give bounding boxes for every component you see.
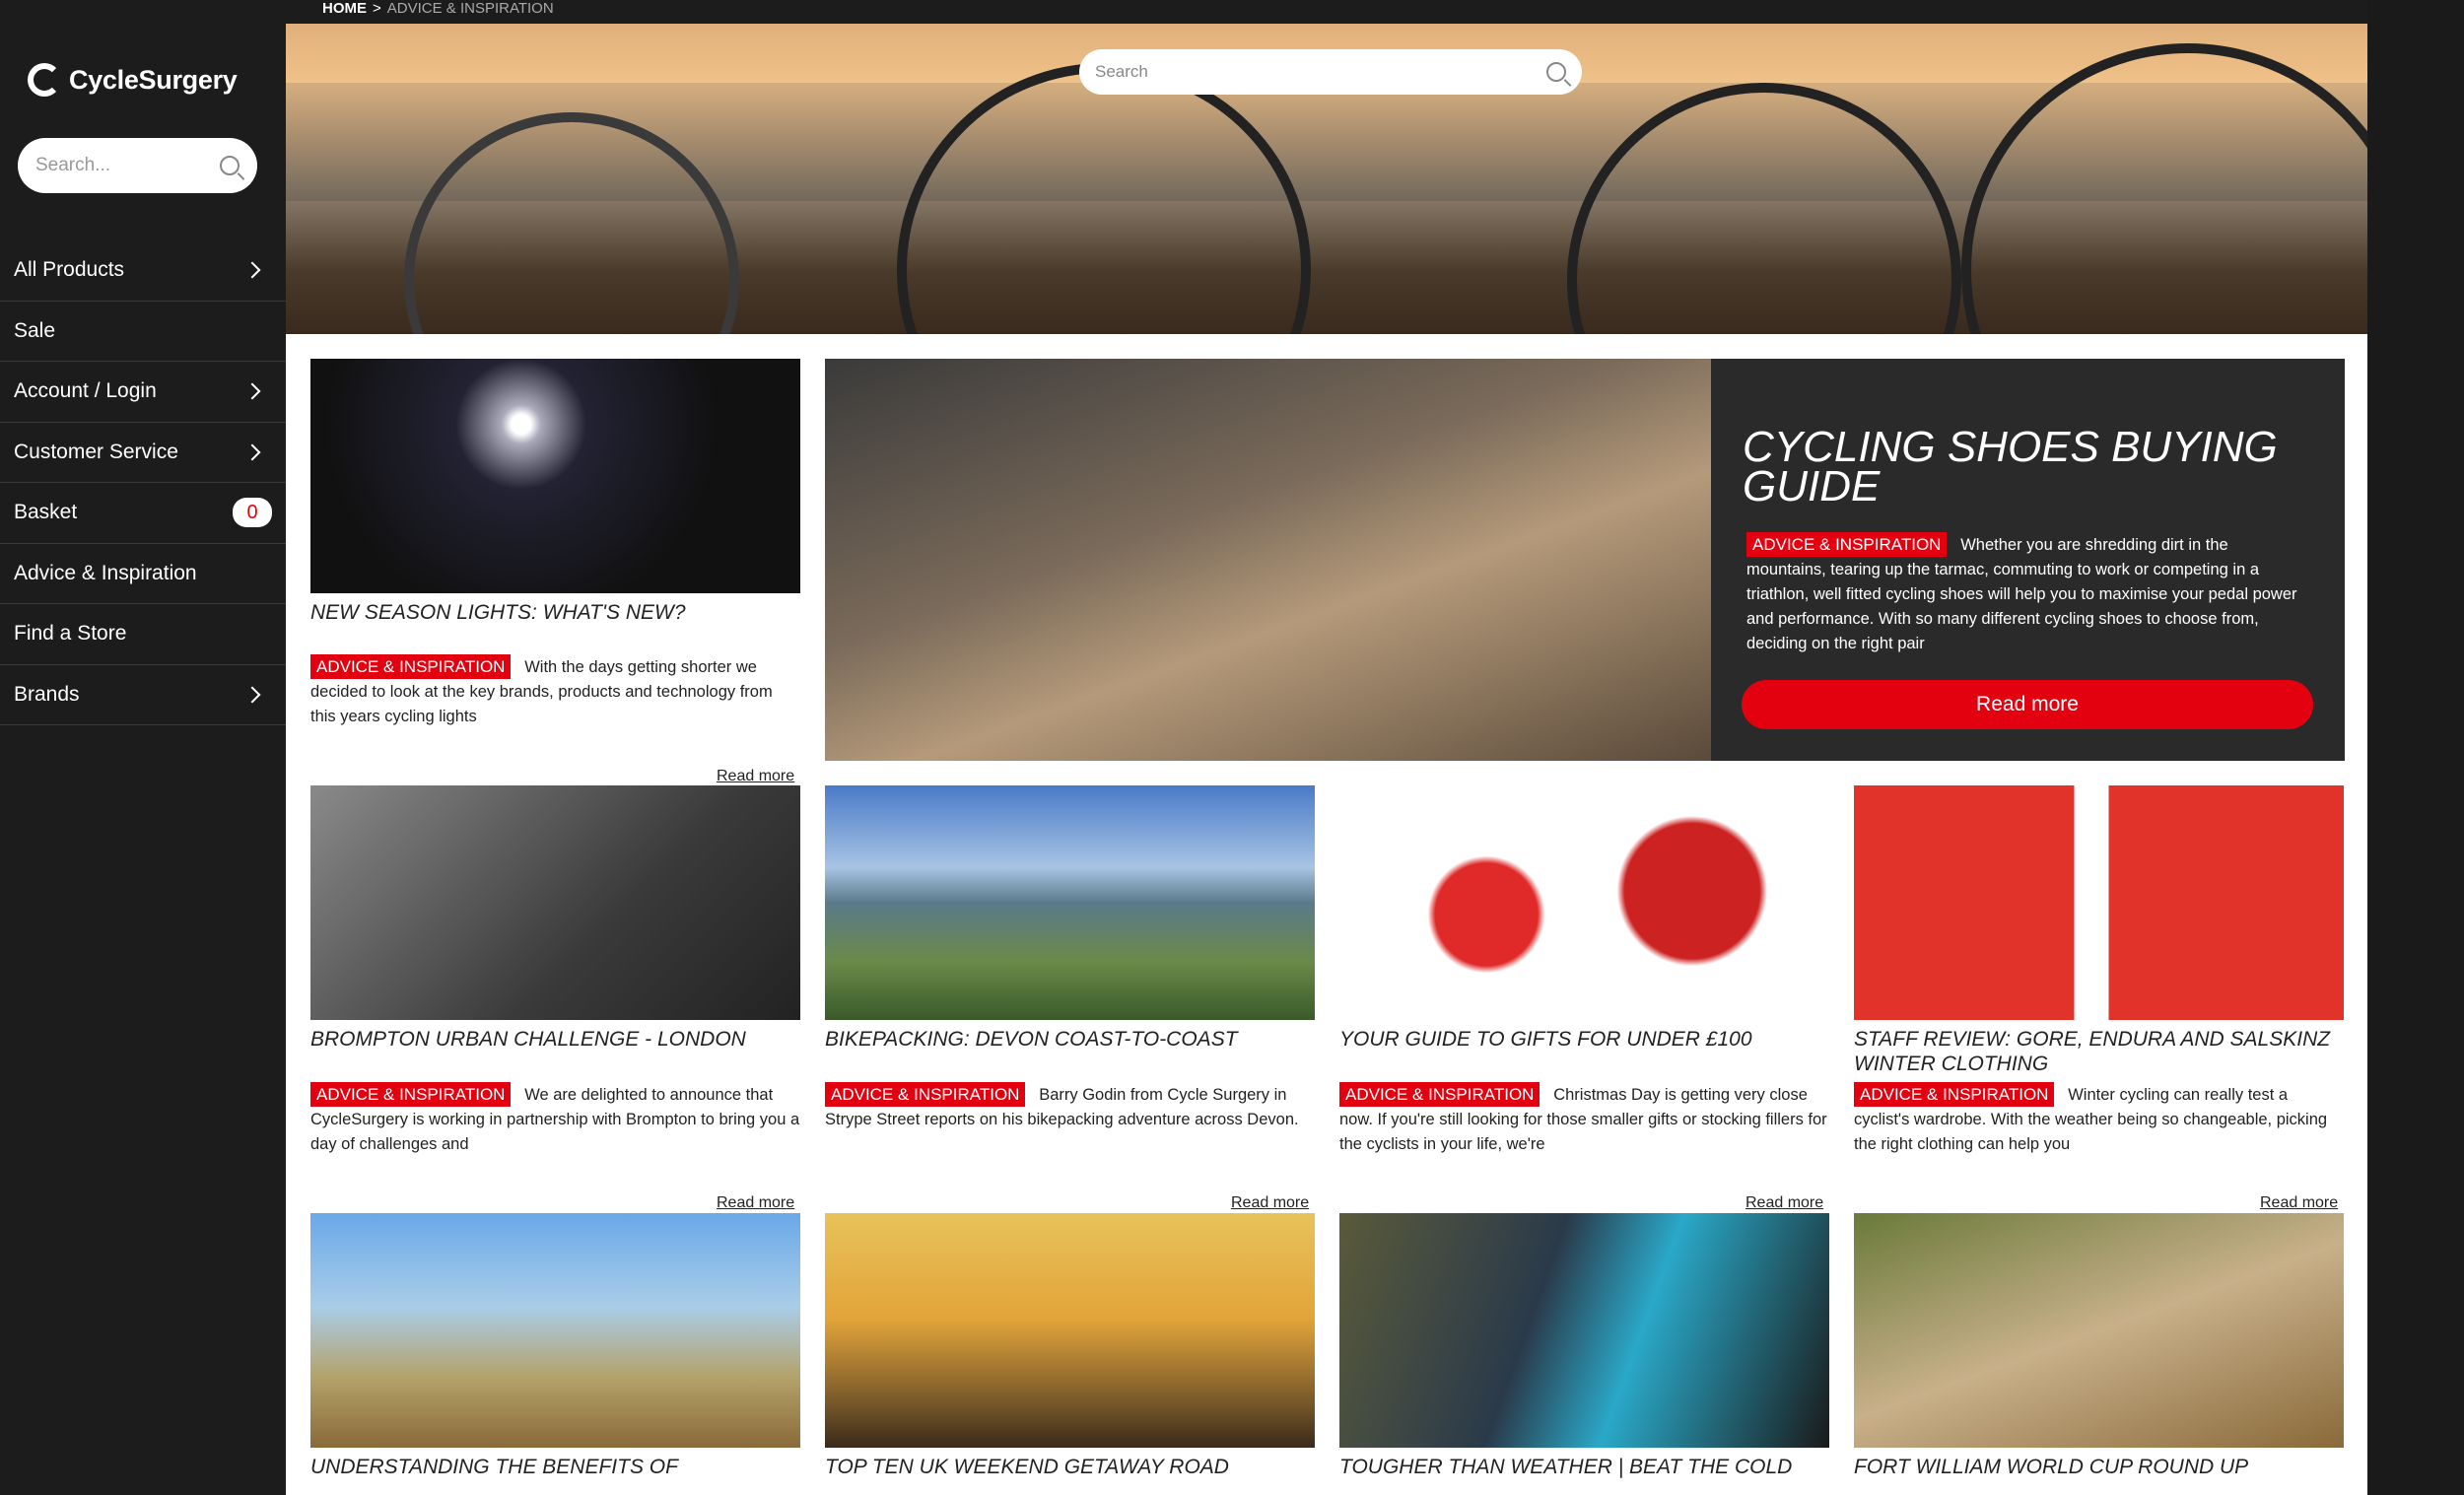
sidebar-item-all-products[interactable]: All Products — [0, 240, 286, 302]
read-more-link[interactable]: Read more — [1745, 1194, 1823, 1212]
card-title[interactable]: TOP TEN UK WEEKEND GETAWAY ROAD — [825, 1455, 1315, 1479]
read-more-link[interactable]: Read more — [2260, 1194, 2338, 1212]
card-desc: ADVICE & INSPIRATION We are delighted to… — [310, 1082, 800, 1157]
category-tag[interactable]: ADVICE & INSPIRATION — [1746, 532, 1948, 557]
card-desc: ADVICE & INSPIRATION Christmas Day is ge… — [1339, 1082, 1829, 1157]
feature-desc: ADVICE & INSPIRATION Whether you are shr… — [1746, 532, 2308, 656]
card-title[interactable]: STAFF REVIEW: GORE, ENDURA AND SALSKINZ … — [1854, 1027, 2344, 1076]
chevron-right-icon — [243, 382, 261, 400]
category-tag[interactable]: ADVICE & INSPIRATION — [1339, 1082, 1540, 1107]
sidebar-item-label: Brands — [14, 682, 80, 706]
card-image-mtb-benefits[interactable] — [310, 1213, 800, 1448]
sidebar-search-placeholder: Search... — [35, 155, 111, 175]
category-tag[interactable]: ADVICE & INSPIRATION — [310, 1082, 512, 1107]
sidebar-item-label: Basket — [14, 501, 78, 524]
hero-search-input[interactable]: Search — [1079, 49, 1582, 95]
logo-text: CycleSurgery — [69, 64, 238, 95]
card-image-devon[interactable] — [825, 785, 1315, 1020]
card-desc: ADVICE & INSPIRATION Barry Godin from Cy… — [825, 1082, 1315, 1157]
sidebar-item-find-store[interactable]: Find a Store — [0, 604, 286, 665]
search-icon[interactable] — [1546, 62, 1566, 82]
card-title[interactable]: YOUR GUIDE TO GIFTS FOR UNDER £100 — [1339, 1027, 1829, 1052]
card-title[interactable]: TOUGHER THAN WEATHER | BEAT THE COLD — [1339, 1455, 1829, 1479]
card-desc: ADVICE & INSPIRATION Winter cycling can … — [1854, 1082, 2344, 1157]
breadcrumb-current: ADVICE & INSPIRATION — [386, 0, 554, 17]
sidebar-item-label: All Products — [14, 258, 125, 282]
main-content: Search NEW SEASON LIGHTS: WHAT'S NEW? AD… — [286, 24, 2367, 1495]
card-image-brompton[interactable] — [310, 785, 800, 1020]
sidebar-item-advice-inspiration[interactable]: Advice & Inspiration — [0, 544, 286, 604]
basket-count-badge: 0 — [233, 498, 272, 528]
category-tag[interactable]: ADVICE & INSPIRATION — [825, 1082, 1026, 1107]
read-more-link[interactable]: Read more — [717, 768, 794, 785]
category-tag[interactable]: ADVICE & INSPIRATION — [1854, 1082, 2055, 1107]
card-image-fort-william[interactable] — [1854, 1213, 2344, 1448]
card-image-gifts[interactable] — [1339, 785, 1829, 1020]
chevron-right-icon — [243, 443, 261, 461]
card-image-getaway-road[interactable] — [825, 1213, 1315, 1448]
read-more-link[interactable]: Read more — [717, 1194, 794, 1212]
category-tag[interactable]: ADVICE & INSPIRATION — [310, 654, 512, 679]
sidebar-item-brands[interactable]: Brands — [0, 665, 286, 725]
feature-title[interactable]: CYCLING SHOES BUYING GUIDE — [1743, 426, 2294, 509]
site-logo[interactable]: CycleSurgery — [28, 55, 238, 104]
sidebar-item-label: Account / Login — [14, 379, 157, 403]
sidebar-item-sale[interactable]: Sale — [0, 302, 286, 362]
breadcrumb-home[interactable]: HOME — [322, 0, 367, 18]
read-more-link[interactable]: Read more — [1231, 1194, 1309, 1212]
sidebar-item-label: Advice & Inspiration — [14, 561, 197, 584]
sidebar-nav: All Products Sale Account / Login Custom… — [0, 240, 286, 725]
card-image-tougher-than-weather[interactable] — [1339, 1213, 1829, 1448]
feature-read-more-button[interactable]: Read more — [1742, 680, 2313, 729]
sidebar-item-label: Sale — [14, 318, 56, 342]
sidebar-item-account-login[interactable]: Account / Login — [0, 362, 286, 423]
page-gutter — [2367, 0, 2464, 1495]
chevron-right-icon — [243, 261, 261, 279]
breadcrumb-separator: > — [373, 0, 381, 17]
sidebar: CycleSurgery Search... All Products Sale… — [0, 0, 286, 1495]
card-title[interactable]: UNDERSTANDING THE BENEFITS OF — [310, 1455, 800, 1479]
card-image-staff-review[interactable] — [1854, 785, 2344, 1020]
logo-icon — [28, 63, 61, 97]
card-image-lights[interactable] — [310, 359, 800, 593]
chevron-right-icon — [243, 686, 261, 704]
hero-banner: Search — [286, 24, 2367, 334]
hero-search-placeholder: Search — [1095, 62, 1148, 81]
search-icon[interactable] — [220, 156, 240, 175]
card-title[interactable]: NEW SEASON LIGHTS: WHAT'S NEW? — [310, 600, 800, 625]
breadcrumb: HOME > ADVICE & INSPIRATION — [322, 0, 554, 18]
card-desc: ADVICE & INSPIRATION With the days getti… — [310, 654, 800, 729]
card-title[interactable]: FORT WILLIAM WORLD CUP ROUND UP — [1854, 1455, 2344, 1479]
card-title[interactable]: BIKEPACKING: DEVON COAST-TO-COAST — [825, 1027, 1315, 1052]
sidebar-search-input[interactable]: Search... — [18, 138, 257, 193]
sidebar-item-label: Find a Store — [14, 622, 127, 646]
sidebar-item-basket[interactable]: Basket 0 — [0, 483, 286, 544]
card-title[interactable]: BROMPTON URBAN CHALLENGE - LONDON — [310, 1027, 800, 1052]
sidebar-item-label: Customer Service — [14, 440, 178, 463]
sidebar-item-customer-service[interactable]: Customer Service — [0, 423, 286, 483]
feature-image-cycling-shoes[interactable] — [825, 359, 1712, 761]
